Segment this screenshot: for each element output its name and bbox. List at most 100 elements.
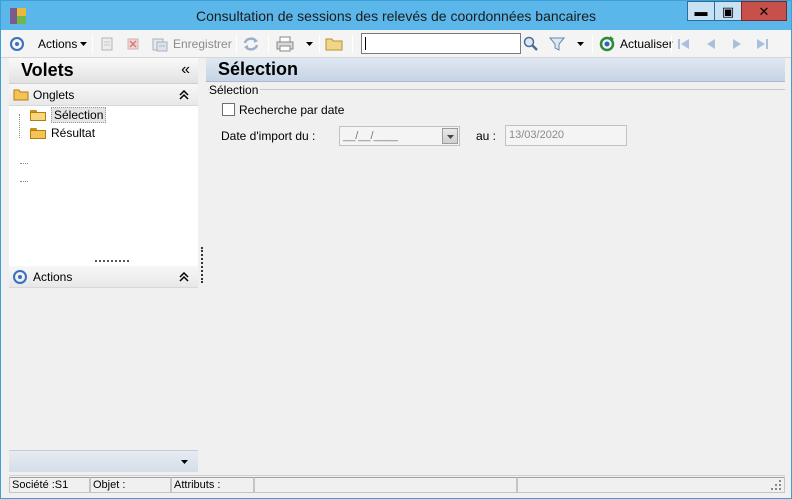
text-caret	[365, 37, 366, 50]
refresh-label: Actualiser	[620, 37, 673, 51]
status-bar: Société :S1 Objet : Attributs :	[9, 475, 785, 493]
close-icon: ✕	[758, 4, 770, 19]
maximize-button[interactable]: ▣	[714, 1, 742, 21]
title-bar[interactable]: Consultation de sessions des relevés de …	[1, 1, 791, 30]
application-window: Consultation de sessions des relevés de …	[0, 0, 792, 499]
chevron-down-icon	[446, 135, 454, 139]
status-company: Société :S1	[9, 477, 90, 493]
collapse-up-icon	[179, 272, 189, 282]
toolbar-separator	[236, 35, 237, 53]
page-title: Sélection	[218, 59, 299, 79]
search-by-date-label[interactable]: Recherche par date	[239, 103, 344, 117]
status-empty-cell	[254, 477, 517, 493]
import-date-from-value: __/__/____	[343, 130, 399, 142]
toolbar-separator	[319, 35, 320, 53]
tree-connector	[20, 163, 28, 164]
new-button[interactable]	[100, 30, 114, 58]
window-controls: ▬ ▣ ✕	[687, 1, 787, 22]
actions-menu-button[interactable]: Actions	[10, 30, 88, 58]
window-title: Consultation de sessions des relevés de …	[195, 8, 597, 24]
search-icon	[523, 36, 538, 51]
toolbar-separator	[671, 35, 672, 53]
minimize-icon: ▬	[694, 4, 708, 19]
filter-icon	[549, 37, 565, 51]
main-panel: Sélection Sélection Recherche par date D…	[206, 58, 785, 472]
chevron-down-icon	[306, 42, 313, 46]
actions-section-header[interactable]: Actions	[9, 266, 198, 288]
import-date-to-label: au :	[476, 129, 497, 143]
import-date-label: Date d'import du :	[221, 129, 316, 143]
chevron-down-icon	[181, 460, 188, 464]
tree-item-selection[interactable]: Sélection	[30, 106, 107, 123]
next-record-icon	[733, 39, 741, 49]
search-input[interactable]	[361, 33, 521, 54]
previous-record-button[interactable]	[704, 30, 718, 58]
tree-item-label: Résultat	[51, 125, 96, 140]
chevron-down-icon	[80, 42, 88, 46]
maximize-icon: ▣	[721, 4, 735, 19]
save-label: Enregistrer	[173, 37, 232, 51]
volets-title: Volets	[21, 60, 74, 80]
tabs-section-label: Onglets	[33, 88, 75, 102]
new-document-icon	[101, 37, 113, 51]
first-record-icon	[678, 39, 689, 49]
actions-menu-label: Actions	[38, 37, 78, 51]
actions-icon	[13, 270, 27, 284]
selection-header: Sélection	[206, 58, 785, 82]
folder-icon	[325, 38, 343, 51]
actions-icon	[10, 37, 24, 51]
status-empty-cell	[517, 477, 785, 493]
tree-item-resultat[interactable]: Résultat	[30, 124, 95, 141]
resize-grip-icon[interactable]	[771, 480, 781, 490]
actions-section-label: Actions	[33, 270, 73, 284]
selection-group-label: Sélection	[209, 83, 261, 97]
left-panel: Volets « Onglets Sélection Résultat Acti…	[9, 58, 198, 472]
next-record-button[interactable]	[730, 30, 744, 58]
refresh-icon	[599, 36, 615, 52]
tree-connector	[19, 114, 20, 138]
toolbar-separator	[268, 35, 269, 53]
last-record-button[interactable]	[755, 30, 769, 58]
import-date-to-field[interactable]: 13/03/2020	[505, 125, 627, 146]
printer-icon	[276, 36, 294, 52]
status-attributes: Attributs :	[171, 477, 254, 493]
panel-splitter-handle[interactable]	[95, 260, 129, 262]
last-record-icon	[757, 39, 768, 49]
status-object: Objet :	[90, 477, 171, 493]
delete-button[interactable]	[126, 30, 140, 58]
toolbar-separator	[592, 35, 593, 53]
open-folder-icon	[30, 109, 46, 121]
save-button[interactable]: Enregistrer	[152, 30, 232, 58]
filter-button[interactable]	[549, 30, 585, 58]
sync-icon	[243, 37, 259, 51]
date-dropdown-button[interactable]	[442, 128, 458, 144]
save-icon	[152, 38, 168, 52]
refresh-button[interactable]: Actualiser	[599, 30, 673, 58]
search-button[interactable]	[523, 30, 539, 58]
panel-overflow-bar[interactable]	[9, 450, 198, 472]
import-date-to-value: 13/03/2020	[509, 129, 565, 141]
collapse-panel-button[interactable]: «	[181, 61, 190, 79]
toolbar-separator	[352, 35, 353, 53]
volets-header: Volets «	[9, 58, 198, 84]
folder-icon	[13, 89, 29, 101]
print-button[interactable]	[276, 30, 314, 58]
open-folder-button[interactable]	[325, 30, 343, 58]
folder-icon	[30, 127, 46, 139]
import-date-from-field[interactable]: __/__/____	[339, 126, 460, 146]
vertical-splitter-handle[interactable]	[201, 247, 203, 283]
delete-icon	[127, 38, 139, 50]
chevron-down-icon	[577, 42, 584, 46]
collapse-up-icon	[179, 90, 189, 100]
selection-group-border	[208, 89, 785, 90]
first-record-button[interactable]	[677, 30, 691, 58]
toolbar-separator	[92, 35, 93, 53]
tree-connector	[20, 181, 28, 182]
actions-section-body	[9, 288, 198, 448]
minimize-button[interactable]: ▬	[687, 1, 715, 21]
sync-button[interactable]	[242, 30, 260, 58]
tree-item-label: Sélection	[51, 106, 107, 123]
search-by-date-checkbox[interactable]	[222, 103, 235, 116]
close-button[interactable]: ✕	[741, 1, 787, 21]
tabs-section-header[interactable]: Onglets	[9, 84, 198, 106]
